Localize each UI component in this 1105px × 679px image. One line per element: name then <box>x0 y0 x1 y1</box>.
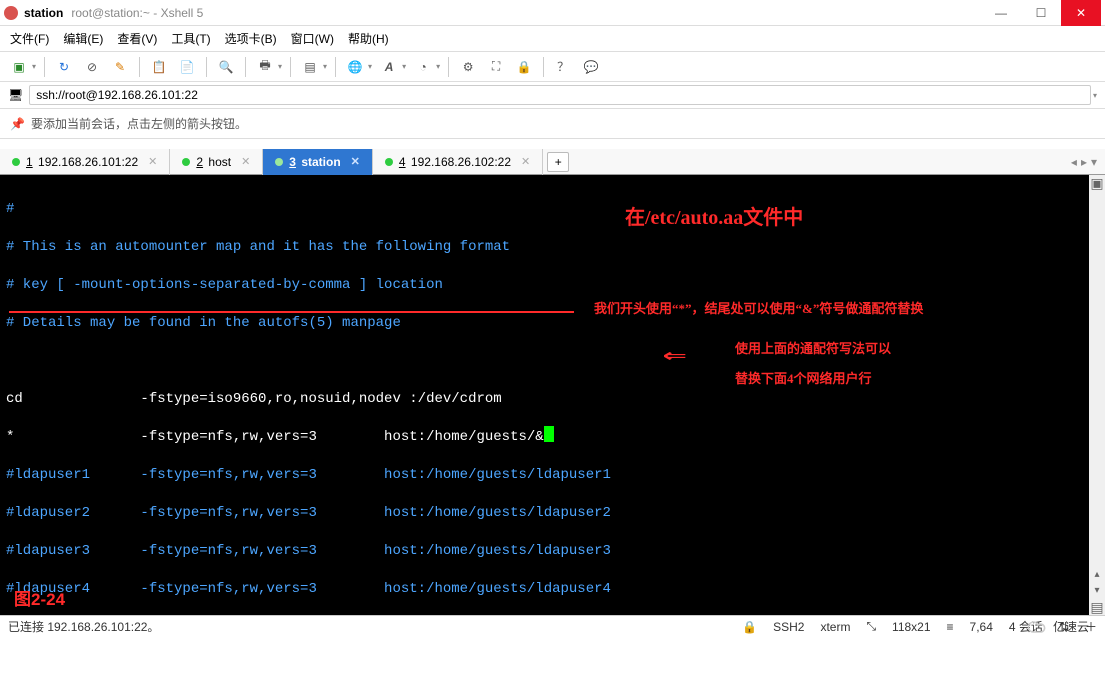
scrollbar[interactable]: ▣ ▴ ▾ ▤ <box>1089 175 1105 615</box>
annotation-replace2: 替换下面4个网络用户行 <box>735 369 872 388</box>
fullscreen-icon[interactable]: ⛶ <box>485 56 507 78</box>
paste-icon[interactable]: 📄 <box>176 56 198 78</box>
status-connection: 已连接 192.168.26.101:22。 <box>8 618 159 635</box>
search-icon[interactable]: 🔍 <box>215 56 237 78</box>
tab-3-active[interactable]: 3 station ✕ <box>263 149 373 175</box>
bars-icon: ≡ <box>947 620 954 634</box>
hint-text: 要添加当前会话，点击左侧的箭头按钮。 <box>31 115 247 132</box>
tabbar: 1 192.168.26.101:22 ✕ 2 host ✕ 3 station… <box>0 149 1105 175</box>
script-icon[interactable]: ⚙ <box>457 56 479 78</box>
minimize-button[interactable]: — <box>981 0 1021 26</box>
file-line: cd -fstype=iso9660,ro,nosuid,nodev :/dev… <box>6 390 1083 409</box>
file-line: #ldapuser3 -fstype=nfs,rw,vers=3 host:/h… <box>6 542 1083 561</box>
statusbar: 已连接 192.168.26.101:22。 🔒 SSH2 xterm ⤡ 11… <box>0 615 1105 637</box>
tab-nav: ◂ ▸ ▾ <box>1063 155 1105 169</box>
disconnect-icon[interactable]: ⊘ <box>81 56 103 78</box>
close-button[interactable]: ✕ <box>1061 0 1101 26</box>
status-dot-icon <box>385 158 393 166</box>
status-cursor: 7,64 <box>970 620 993 634</box>
scroll-down-icon[interactable]: ▾ <box>1089 583 1105 599</box>
status-size: 118x21 <box>892 620 930 634</box>
file-line: #ldapuser1 -fstype=nfs,rw,vers=3 host:/h… <box>6 466 1083 485</box>
figure-label: 图2-24 <box>14 590 65 609</box>
highlight-icon[interactable]: ✎ <box>109 56 131 78</box>
annotation-underline <box>9 311 574 313</box>
file-line: # key [ -mount-options-separated-by-comm… <box>6 276 1083 295</box>
addressbar: 🖥 ▾ <box>0 82 1105 109</box>
pin-icon[interactable]: 📌 <box>10 117 25 131</box>
tab-label: 192.168.26.102:22 <box>411 155 511 169</box>
session-name: station <box>24 6 63 20</box>
chat-icon[interactable]: 💬 <box>580 56 602 78</box>
terminal[interactable]: # # This is an automounter map and it ha… <box>0 175 1089 615</box>
tab-label: station <box>301 155 340 169</box>
tab-1[interactable]: 1 192.168.26.101:22 ✕ <box>0 149 170 175</box>
tab-close-icon[interactable]: ✕ <box>241 155 250 168</box>
help-icon[interactable]: ？ <box>552 56 574 78</box>
cursor <box>544 426 554 442</box>
file-line: #ldapuser4 -fstype=nfs,rw,vers=3 host:/h… <box>6 580 1083 599</box>
properties-icon[interactable]: ▤ <box>299 56 321 78</box>
terminal-pane: # # This is an automounter map and it ha… <box>0 175 1105 615</box>
annotation-arrow-icon: ⇐ <box>663 347 687 366</box>
tab-prev-icon[interactable]: ◂ <box>1071 155 1077 169</box>
expand-pane-icon[interactable]: ▣ <box>1089 175 1105 191</box>
menu-view[interactable]: 查看(V) <box>117 30 157 47</box>
window-title: root@station:~ - Xshell 5 <box>71 6 203 20</box>
hintbar: 📌 要添加当前会话，点击左侧的箭头按钮。 <box>0 109 1105 139</box>
lock-icon: 🔒 <box>742 620 757 634</box>
tab-list-icon[interactable]: ▾ <box>1091 155 1097 169</box>
window-controls: — ☐ ✕ <box>981 0 1101 26</box>
reconnect-icon[interactable]: ↻ <box>53 56 75 78</box>
status-dot-icon <box>275 158 283 166</box>
font-icon[interactable]: A <box>378 56 400 78</box>
menu-tools[interactable]: 工具(T) <box>171 30 210 47</box>
resize-icon: ⤡ <box>866 619 876 634</box>
status-dot-icon <box>12 158 20 166</box>
new-tab-button[interactable]: + <box>547 152 569 172</box>
globe-icon[interactable]: 🌐 <box>344 56 366 78</box>
menu-tabs[interactable]: 选项卡(B) <box>225 30 277 47</box>
status-dot-icon <box>182 158 190 166</box>
ssh-icon: 🖥 <box>8 88 23 102</box>
app-icon <box>4 6 18 20</box>
address-input[interactable] <box>29 85 1091 105</box>
menu-window[interactable]: 窗口(W) <box>291 30 334 47</box>
menu-file[interactable]: 文件(F) <box>10 30 49 47</box>
lock-icon[interactable]: 🔒 <box>513 56 535 78</box>
file-line: # This is an automounter map and it has … <box>6 238 1083 257</box>
tab-label: 192.168.26.101:22 <box>38 155 138 169</box>
annotation-wildcard: 我们开头使用“*”，结尾处可以使用“&”符号做通配符替换 <box>594 299 923 318</box>
file-line: #ldapuser2 -fstype=nfs,rw,vers=3 host:/h… <box>6 504 1083 523</box>
color-icon[interactable]: ◔ <box>412 56 434 78</box>
tab-next-icon[interactable]: ▸ <box>1081 155 1087 169</box>
annotation-title: 在/etc/auto.aa文件中 <box>625 209 803 228</box>
address-dropdown-icon[interactable]: ▾ <box>1093 91 1097 100</box>
menu-help[interactable]: 帮助(H) <box>348 30 389 47</box>
copy-icon[interactable]: 📋 <box>148 56 170 78</box>
tab-2[interactable]: 2 host ✕ <box>170 149 263 175</box>
menu-edit[interactable]: 编辑(E) <box>63 30 103 47</box>
file-line: # <box>6 200 1083 219</box>
tab-close-icon[interactable]: ✕ <box>148 155 157 168</box>
titlebar: station root@station:~ - Xshell 5 — ☐ ✕ <box>0 0 1105 26</box>
tab-close-icon[interactable]: ✕ <box>351 155 360 168</box>
status-protocol: SSH2 <box>773 620 804 634</box>
toolbar: ▣▾ ↻ ⊘ ✎ 📋 📄 🔍 🖶▾ ▤▾ 🌐▾ A▾ ◔▾ ⚙ ⛶ 🔒 ？ 💬 <box>0 52 1105 82</box>
maximize-button[interactable]: ☐ <box>1021 0 1061 26</box>
tab-4[interactable]: 4 192.168.26.102:22 ✕ <box>373 149 543 175</box>
file-line: * -fstype=nfs,rw,vers=3 host:/home/guest… <box>6 428 1083 447</box>
file-line <box>6 352 1083 371</box>
print-icon[interactable]: 🖶 <box>254 56 276 78</box>
watermark-logo: 亿速云 <box>1027 618 1089 635</box>
annotation-replace1: 使用上面的通配符写法可以 <box>735 339 891 358</box>
tab-label: host <box>208 155 231 169</box>
scroll-up-icon[interactable]: ▴ <box>1089 567 1105 583</box>
status-term: xterm <box>820 620 850 634</box>
new-session-icon[interactable]: ▣ <box>8 56 30 78</box>
layout-icon[interactable]: ▤ <box>1089 599 1105 615</box>
tab-close-icon[interactable]: ✕ <box>521 155 530 168</box>
menubar: 文件(F) 编辑(E) 查看(V) 工具(T) 选项卡(B) 窗口(W) 帮助(… <box>0 26 1105 52</box>
